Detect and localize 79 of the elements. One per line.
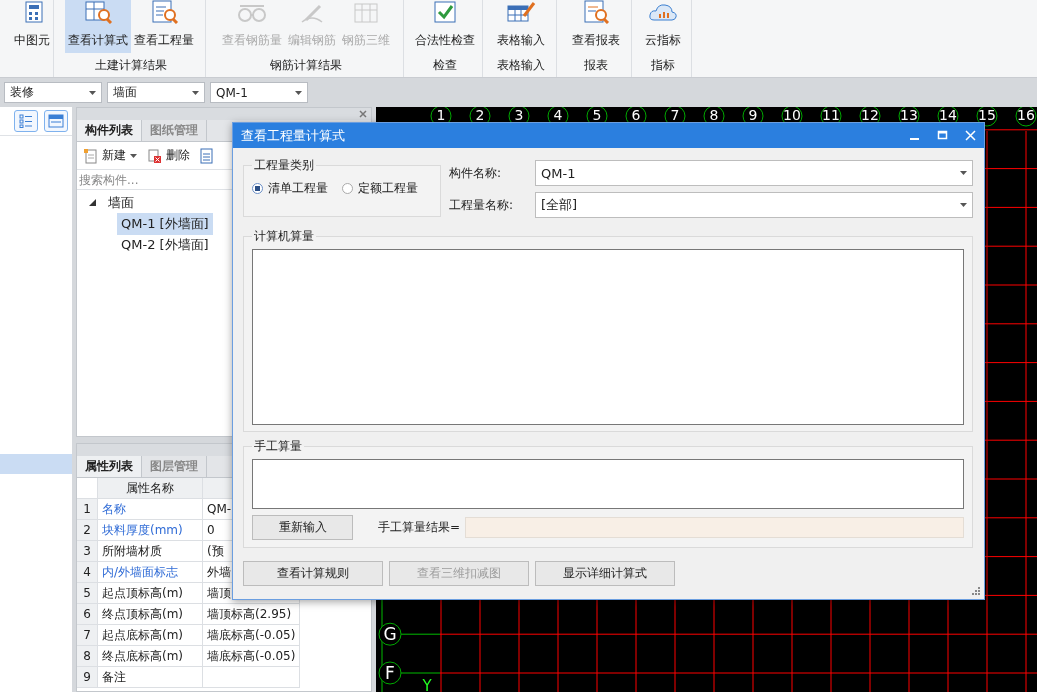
table-cell: 墙顶标高(2.95) [203, 604, 300, 625]
toolbar-button[interactable]: 新建 [81, 144, 139, 167]
column-header: 属性名称 [98, 478, 203, 499]
table-cell: 起点底标高(m) [98, 625, 203, 646]
toolbar-button[interactable]: 删除 [145, 144, 192, 167]
caret-icon [295, 90, 302, 95]
document-icon [200, 147, 213, 164]
row-number: 6 [77, 604, 98, 625]
field-label: 工程量名称: [449, 196, 515, 214]
caret-icon [960, 203, 967, 207]
delete-document-icon [147, 147, 162, 164]
tree-item[interactable]: QM-1 [外墙面] [117, 212, 213, 235]
table-cell: 块料厚度(mm) [98, 520, 203, 541]
axis-label: 16 [1015, 107, 1037, 127]
maximize-icon [936, 130, 948, 141]
ribbon-button[interactable]: 合法性检查 [411, 0, 478, 53]
table-cell: 墙底标高(-0.05) [203, 646, 300, 667]
caret-icon [89, 90, 96, 95]
window-view-button[interactable] [44, 110, 68, 132]
table-cell: 名称 [98, 499, 203, 520]
reset-button[interactable]: 重新输入 [252, 515, 353, 540]
table-cell: 所附墙材质 [98, 541, 203, 562]
caret-icon [192, 90, 199, 95]
group-label: 表格输入 [496, 57, 546, 74]
ribbon-button[interactable]: 表格输入 [494, 0, 548, 53]
table-cell: 内/外墙面标志 [98, 562, 203, 583]
caret-icon [960, 171, 967, 175]
row-number: 3 [77, 541, 98, 562]
row-number: 1 [77, 499, 98, 520]
text-area[interactable] [252, 459, 964, 509]
dialog-button[interactable]: 显示详细计算式 [535, 561, 675, 586]
dropdown[interactable]: 装修 [4, 82, 102, 103]
list-icon [19, 114, 33, 128]
group-title: 手工算量 [253, 438, 303, 455]
ribbon-button[interactable]: 查看计算式 [65, 0, 131, 53]
table-magnifier-icon [82, 0, 114, 24]
dialog-button[interactable]: 查看计算规则 [243, 561, 383, 586]
row-number: 8 [77, 646, 98, 667]
axis-label: F [378, 661, 402, 685]
window-title: 查看工程量计算式 [241, 126, 345, 145]
table-cell: 起点顶标高(m) [98, 583, 203, 604]
group-title: 计算机算量 [253, 228, 315, 245]
row-number: 4 [77, 562, 98, 583]
row-number: 2 [77, 520, 98, 541]
group-label: 土建计算结果 [94, 57, 168, 74]
dropdown[interactable]: [全部] [535, 192, 973, 218]
window-icon [48, 114, 64, 128]
close-icon [964, 130, 976, 141]
list-view-button[interactable] [14, 110, 38, 132]
axis-letter: Y [422, 677, 432, 692]
dropdown[interactable]: QM-1 [210, 82, 308, 103]
row-number: 5 [77, 583, 98, 604]
axis-label: G [378, 622, 402, 646]
panel-tab[interactable]: 属性列表 [77, 456, 142, 477]
ribbon-button[interactable]: 云指标 [642, 0, 684, 53]
group-label: 钢筋计算结果 [269, 57, 343, 74]
table-cell: 墙底标高(-0.05) [203, 625, 300, 646]
new-document-icon [83, 147, 98, 164]
row-number: 9 [77, 667, 98, 688]
group-label: 报表 [582, 57, 609, 74]
group-label: 检查 [431, 57, 458, 74]
ribbon-button[interactable]: 中图元 [11, 0, 53, 53]
ribbon-button[interactable]: 查看报表 [568, 0, 623, 53]
dropdown[interactable]: QM-1 [535, 160, 973, 186]
table-cell: 终点底标高(m) [98, 646, 203, 667]
resize-grip-icon [971, 586, 980, 595]
panel-tab[interactable]: 构件列表 [77, 120, 142, 141]
dropdown[interactable]: 墙面 [107, 82, 205, 103]
table-cell: 备注 [98, 667, 203, 688]
minimize-icon [909, 138, 919, 140]
group-label: 指标 [650, 57, 676, 74]
row-number: 7 [77, 625, 98, 646]
field-label: 构件名称: [449, 164, 503, 182]
tree-item[interactable]: 墙面 [104, 191, 138, 214]
result-field[interactable] [465, 517, 964, 538]
tree-item[interactable]: QM-2 [外墙面] [117, 233, 213, 256]
ribbon-button[interactable]: 查看工程量 [131, 0, 197, 53]
table-cell: 终点顶标高(m) [98, 604, 203, 625]
field-label: 手工算量结果= [378, 519, 462, 536]
